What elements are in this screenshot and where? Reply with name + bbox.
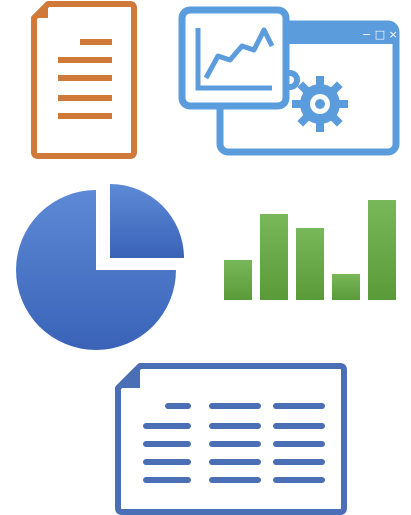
bar-chart-icon bbox=[220, 196, 400, 304]
pie-chart-icon bbox=[14, 178, 196, 352]
document-icon bbox=[30, 0, 140, 162]
bar-2 bbox=[260, 214, 288, 300]
analytics-dashboard-icon: − □ × bbox=[176, 4, 404, 160]
bar-1 bbox=[224, 260, 252, 300]
icon-set-canvas: { "colors": { "document": "#cf7a3a", "da… bbox=[0, 0, 411, 515]
svg-text:− □ ×: − □ × bbox=[362, 28, 398, 41]
bar-5 bbox=[368, 200, 396, 300]
spreadsheet-icon bbox=[112, 358, 350, 515]
bar-4 bbox=[332, 274, 360, 300]
bar-3 bbox=[296, 228, 324, 300]
